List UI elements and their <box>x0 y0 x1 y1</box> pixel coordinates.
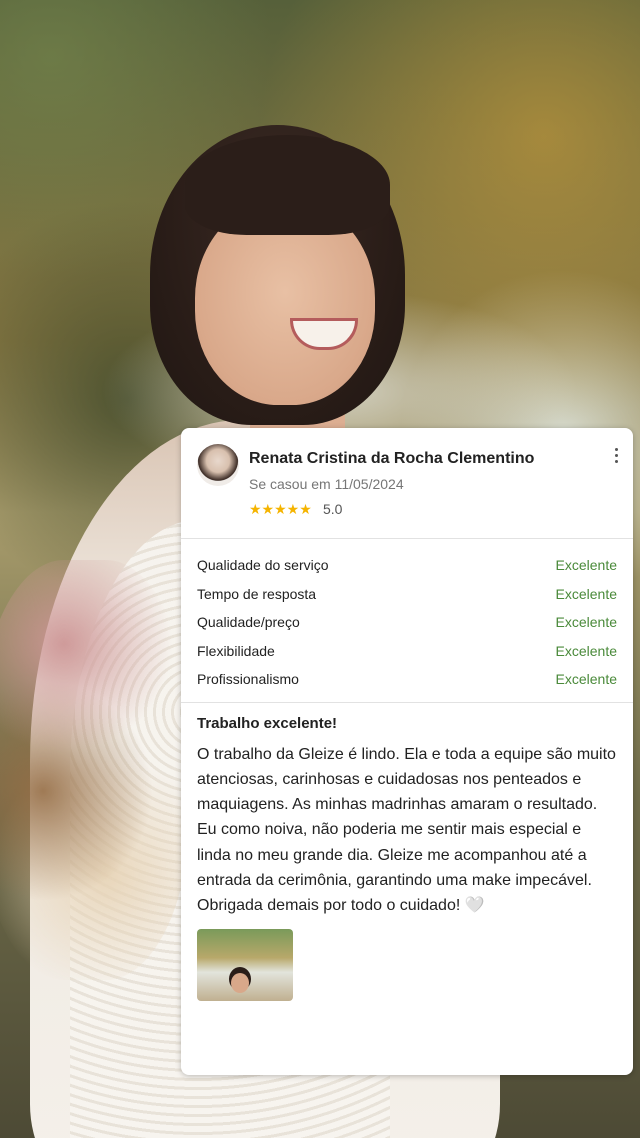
criteria-label: Tempo de resposta <box>197 585 317 602</box>
criteria-label: Flexibilidade <box>197 642 275 659</box>
review-text: O trabalho da Gleize é lindo. Ela e toda… <box>197 745 616 915</box>
avatar[interactable] <box>197 444 239 486</box>
criteria-list: Qualidade do serviço Excelente Tempo de … <box>181 539 633 702</box>
criteria-row: Qualidade/preço Excelente <box>197 608 617 637</box>
criteria-row: Tempo de resposta Excelente <box>197 580 617 609</box>
criteria-row: Qualidade do serviço Excelente <box>197 551 617 580</box>
review-content: Trabalho excelente! O trabalho da Gleize… <box>181 703 633 1013</box>
bride-bangs <box>185 135 390 235</box>
criteria-label: Profissionalismo <box>197 671 299 688</box>
criteria-row: Flexibilidade Excelente <box>197 637 617 666</box>
reviewer-name[interactable]: Renata Cristina da Rocha Clementino <box>249 450 534 468</box>
criteria-value: Excelente <box>555 585 617 602</box>
rating-value: 5.0 <box>323 501 343 517</box>
criteria-label: Qualidade/preço <box>197 614 300 631</box>
review-title: Trabalho excelente! <box>197 714 338 732</box>
criteria-label: Qualidade do serviço <box>197 557 329 574</box>
criteria-value: Excelente <box>555 642 617 659</box>
review-photo-thumbnail[interactable] <box>197 928 293 1001</box>
criteria-value: Excelente <box>555 557 617 574</box>
criteria-value: Excelente <box>555 671 617 688</box>
kebab-menu-icon[interactable] <box>615 448 619 463</box>
married-date: Se casou em 11/05/2024 <box>249 476 404 492</box>
criteria-value: Excelente <box>555 614 617 631</box>
star-icon: ★★★★★ <box>249 501 312 517</box>
review-card: Renata Cristina da Rocha Clementino Se c… <box>181 428 633 1075</box>
thumbnail-person <box>231 972 249 993</box>
review-header: Renata Cristina da Rocha Clementino Se c… <box>181 428 633 538</box>
bouquet <box>0 560 190 980</box>
criteria-row: Profissionalismo Excelente <box>197 665 617 694</box>
